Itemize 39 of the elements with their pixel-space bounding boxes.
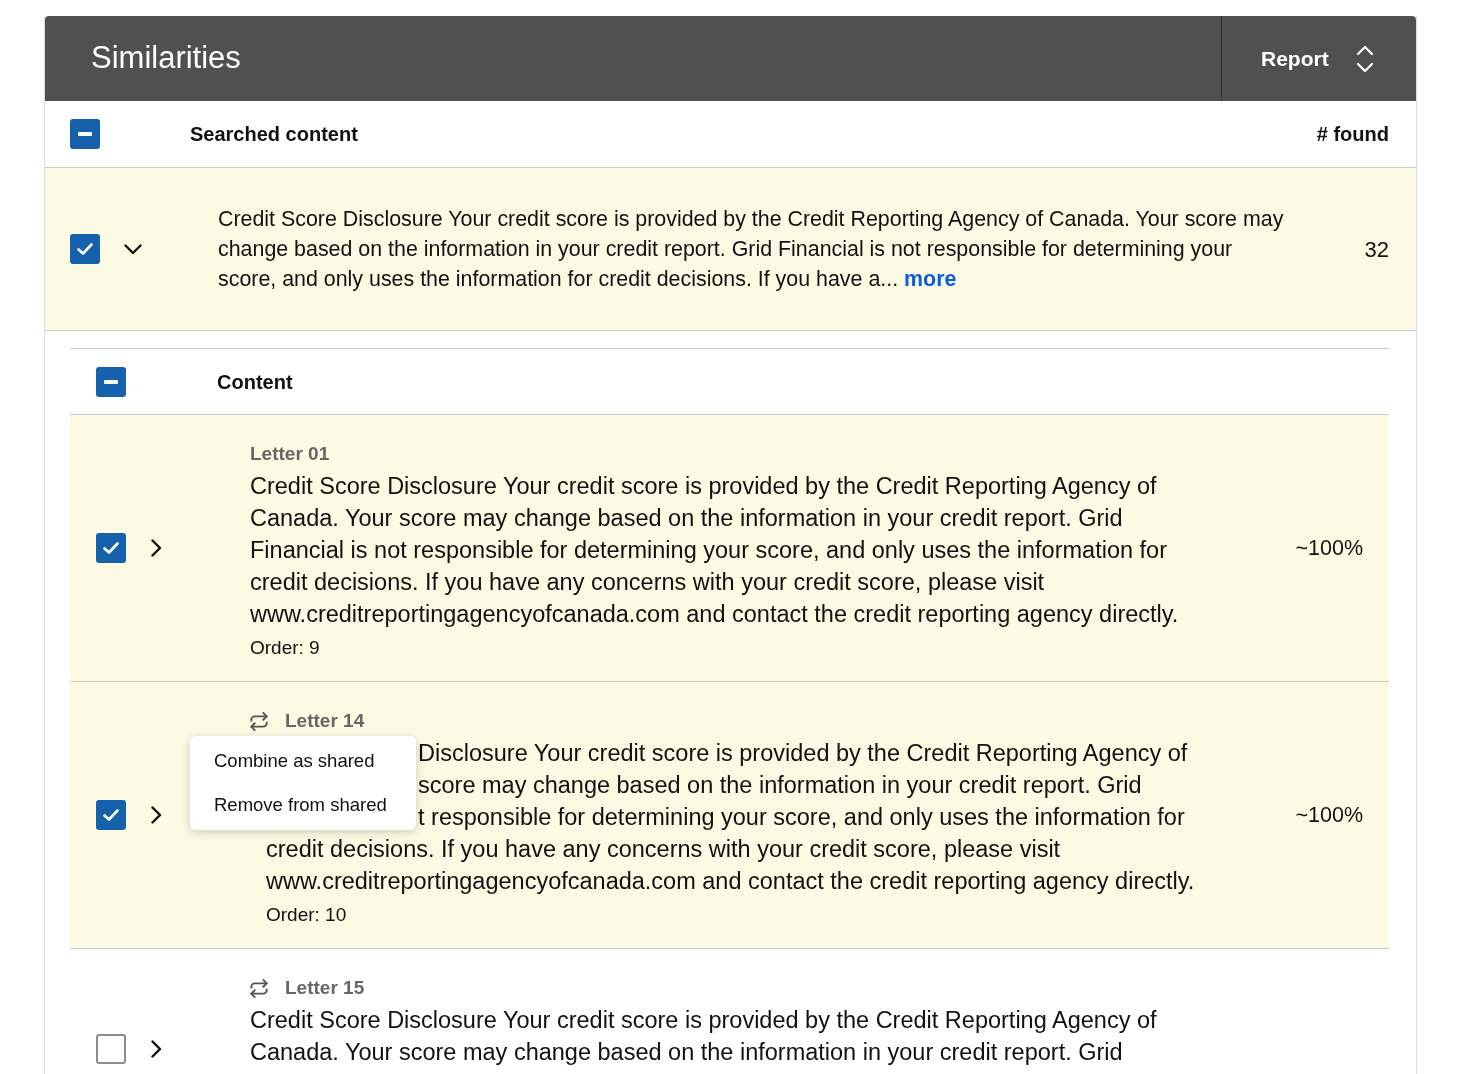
checkmark-icon xyxy=(77,243,93,255)
order-label: Order: 10 xyxy=(266,903,347,927)
minus-icon xyxy=(104,379,118,384)
partial-text-line: Disclosure Your credit score is provided by the Credit Reporting Agency of xyxy=(418,739,1188,768)
letter-text: Credit Score Disclosure Your credit score is provided by the Credit Reporting Agency of Canada. Your score may change based on the information in your credit report. Grid xyxy=(250,1006,1157,1067)
checkbox[interactable] xyxy=(96,1033,126,1064)
chevron-right-icon[interactable] xyxy=(151,539,162,557)
checkmark-icon xyxy=(103,542,119,554)
checkbox[interactable] xyxy=(96,800,126,830)
column-header: # found xyxy=(1316,122,1389,147)
minus-icon xyxy=(78,132,92,136)
chevron-down-icon[interactable] xyxy=(124,243,142,255)
checkmark-icon xyxy=(103,809,119,821)
match-percentage: ~100% xyxy=(1295,534,1363,562)
chevron-right-icon[interactable] xyxy=(151,806,162,824)
checkbox[interactable] xyxy=(96,366,126,397)
column-header: Searched content xyxy=(190,122,358,147)
match-percentage: ~100% xyxy=(1295,801,1363,829)
menu-item[interactable]: Combine as shared xyxy=(190,739,416,783)
checkbox[interactable] xyxy=(70,234,100,264)
checkbox[interactable] xyxy=(70,119,100,149)
letter-title: Letter 15 xyxy=(285,975,365,1000)
report-select[interactable]: Report xyxy=(1221,16,1416,101)
letter-title: Letter 14 xyxy=(285,708,365,733)
order-label: Order: 9 xyxy=(250,636,320,660)
chevrons-up-down-icon xyxy=(1355,43,1374,74)
found-count: 32 xyxy=(1364,235,1389,264)
panel-title: Similarities xyxy=(90,39,242,78)
letter-text: Credit Score Disclosure Your credit score is provided by the Credit Reporting Agency of Canada. Your score may change based on the information in your credit report. Grid Financial is not responsible for determining your score, and only uses the information for credit decisions. If you have any concerns with your credit score, please visit www.creditreportingagencyofcanada.com and contact the credit reporting agency directly. xyxy=(250,472,1179,629)
more-link[interactable]: more xyxy=(904,267,957,291)
menu-item[interactable]: Remove from shared xyxy=(190,783,416,827)
column-header: Content xyxy=(217,369,293,395)
letter-text: credit decisions. If you have any concerns with your credit score, please visit www.creditreportingagencyofcanada.com and contact the credit reporting agency directly. xyxy=(266,835,1195,896)
searched-text: Credit Score Disclosure Your credit score is provided by the Credit Reporting Agency of Canada. Your score may change based on the information in your credit report. Grid Financial is not responsible for determining your score, and only uses the information for credit decisions. If you have a... more xyxy=(218,206,1284,293)
partial-text-line: t responsible for determining your score, and only uses the information for xyxy=(418,803,1185,832)
partial-text-line: score may change based on the information in your credit report. Grid xyxy=(418,771,1142,800)
checkbox[interactable] xyxy=(96,533,126,563)
letter-title: Letter 01 xyxy=(250,441,330,466)
chevron-right-icon[interactable] xyxy=(151,1039,162,1058)
